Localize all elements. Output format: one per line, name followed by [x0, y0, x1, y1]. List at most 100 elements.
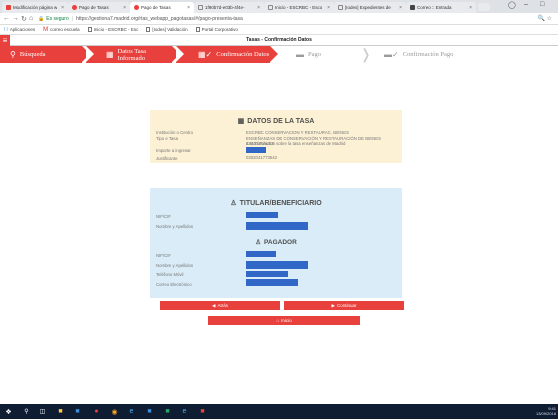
titular-heading: ♙ TITULAR/BENEFICIARIO [150, 199, 402, 208]
step-confirmacion-datos[interactable]: ▦✓ Confirmación Datos [176, 46, 278, 63]
gmail-icon: M [43, 26, 49, 33]
tab-label: 1f90b7d-e03b-4f4e- [205, 5, 245, 10]
task-view-icon[interactable]: ◫ [38, 407, 47, 416]
bookmarks-bar: ∷ Aplicaciones M correo escuela Inicio -… [0, 25, 558, 35]
user-icon: ♙ [230, 200, 237, 207]
chrome-icon[interactable]: ◉ [110, 407, 119, 416]
browser-tab-active[interactable]: Pago de Tasas × [130, 2, 194, 13]
tab-document-icon [338, 5, 343, 10]
close-icon[interactable]: × [59, 5, 64, 11]
app-icon[interactable]: ● [92, 407, 101, 416]
excel-icon[interactable]: ■ [163, 407, 172, 416]
step-chevron [270, 46, 278, 62]
windows-taskbar: ❖ ⚲ ◫ ■ ■ ● ◉ e ■ ■ e ■ 9:41 13/09/2018 [0, 404, 558, 419]
page-title: Tasas - Confirmación Datos [246, 37, 312, 43]
app-header: ≡ Tasas - Confirmación Datos [0, 35, 558, 46]
close-icon[interactable]: × [121, 5, 126, 11]
datos-tasa-heading: ▦ DATOS DE LA TASA [150, 117, 402, 126]
field-label-tipo-tasa: Tipo e Tasa [156, 136, 178, 141]
step-confirmacion-pago[interactable]: ▬✓ Confirmación Pago [384, 46, 494, 63]
step-busqueda[interactable]: ⚲ Búsqueda [0, 46, 90, 63]
url-text: https://gestiona7.madrid.org/rtas_webapp… [76, 16, 243, 22]
titular-pagador-panel: ♙ TITULAR/BENEFICIARIO NIF/CIF Nombre y … [150, 188, 402, 298]
tab-label: Modificación página w [13, 5, 58, 10]
credit-card-check-icon: ▬✓ [384, 50, 399, 59]
ie-icon[interactable]: e [180, 407, 189, 416]
titular-nif-masked [246, 212, 278, 218]
tab-label: [Iodes] Expedientes de [345, 5, 391, 10]
tab-favicon-icon [72, 5, 77, 10]
step-label: Búsqueda [19, 51, 46, 58]
tab-mail-icon [410, 5, 415, 10]
tab-label: Inicio - ESCRBC - Esco [275, 5, 323, 10]
pagador-email-masked [246, 279, 298, 286]
system-tray-clock[interactable]: 9:41 13/09/2018 [535, 406, 556, 416]
word-icon[interactable]: ■ [73, 407, 82, 416]
continue-button-label: Continuar [336, 303, 357, 308]
bookmark-item[interactable]: Portal Corporativo [195, 27, 238, 32]
field-value-tipo-tasa-detalle: a.Matriculacion sobre la tasa enseñanzas… [246, 141, 346, 146]
browser-tab[interactable]: [Iodes] Expedientes de × [334, 2, 406, 13]
lock-icon: 🔒 [38, 16, 45, 22]
step-progress-bar: ⚲ Búsqueda ▦ Datos Tasa Informado ▦✓ Con… [0, 46, 558, 63]
reload-icon[interactable]: ↻ [21, 15, 27, 23]
windows-start-icon[interactable]: ❖ [4, 407, 13, 416]
browser-tab[interactable]: Inicio - ESCRBC - Esco × [264, 2, 334, 13]
browser-tab[interactable]: Modificación página w × [2, 2, 68, 13]
user-profile-icon[interactable]: ◯ [508, 1, 516, 9]
field-label-justificante: Justificante [156, 156, 178, 161]
clock-date: 13/09/2018 [535, 410, 556, 416]
browser-tab[interactable]: Pago de Tasas × [68, 2, 130, 13]
bookmark-apps[interactable]: ∷ Aplicaciones [4, 26, 35, 33]
tab-label: Pago de Tasas [141, 5, 171, 10]
titular-nif-label: NIF/CIF [156, 214, 172, 219]
calendar-icon: ▦ [237, 118, 245, 125]
edge-icon[interactable]: e [127, 407, 136, 416]
pagador-nif-label: NIF/CIF [156, 253, 172, 258]
url-field[interactable]: 🔒 Es seguro | https://gestiona7.madrid.o… [38, 15, 538, 23]
close-icon[interactable]: × [467, 5, 472, 11]
step-chevron-outline-icon: ❭ [360, 46, 372, 62]
forward-arrow-icon[interactable]: → [12, 15, 19, 22]
bookmark-item[interactable]: Inicio - ESCRBC - Esc [87, 27, 138, 32]
browser-tab-strip: Modificación página w × Pago de Tasas × … [0, 0, 558, 13]
forward-arrow-icon: ▶ [331, 302, 335, 308]
bookmark-label: Aplicaciones [9, 27, 36, 32]
new-tab-button[interactable] [478, 3, 490, 11]
browser-tab[interactable]: Correo :: Entrada × [406, 2, 476, 13]
browser-tab[interactable]: 1f90b7d-e03b-4f4e- × [194, 2, 264, 13]
pagador-heading-text: PAGADOR [264, 238, 297, 246]
close-icon[interactable]: × [325, 5, 330, 11]
bookmark-item[interactable]: [Iodes] Validación [146, 27, 188, 32]
continue-button[interactable]: ▶ Continuar [284, 301, 404, 310]
close-icon[interactable]: × [397, 5, 402, 11]
search-icon[interactable]: ⚲ [22, 407, 31, 416]
titular-nombre-masked [246, 222, 308, 230]
step-datos-tasa[interactable]: ▦ Datos Tasa Informado [86, 46, 180, 63]
minimize-icon[interactable]: – [524, 1, 528, 8]
maximize-icon[interactable]: □ [540, 1, 544, 8]
titular-nombre-label: Nombre y Apellidos [156, 224, 194, 229]
pdf-icon[interactable]: ■ [198, 407, 207, 416]
page-icon [146, 27, 151, 32]
field-label-importe: Importe a ingresar [156, 148, 191, 153]
step-notch [86, 46, 94, 62]
back-button[interactable]: ◀ Atrás [160, 301, 280, 310]
field-value-justificante: 0302041773542 [246, 155, 278, 160]
step-label: Pago [308, 51, 321, 58]
back-arrow-icon[interactable]: ← [3, 15, 10, 22]
search-icon: ⚲ [10, 50, 16, 59]
tab-document-icon [198, 5, 203, 10]
bookmark-item[interactable]: M correo escuela [43, 27, 80, 33]
pagador-telefono-masked [246, 271, 288, 277]
home-icon[interactable]: ⌂ [29, 15, 33, 22]
close-icon[interactable]: × [255, 5, 260, 11]
pagador-nombre-masked [246, 261, 308, 269]
pagador-heading: ♙ PAGADOR [150, 238, 402, 247]
page-icon [195, 27, 200, 32]
zoom-star-icons[interactable]: 🔍 ☆ [537, 15, 552, 22]
file-explorer-icon[interactable]: ■ [56, 407, 65, 416]
home-button[interactable]: ⌂ Inicio [208, 316, 360, 325]
outlook-icon[interactable]: ■ [145, 407, 154, 416]
close-icon[interactable]: × [185, 5, 190, 11]
